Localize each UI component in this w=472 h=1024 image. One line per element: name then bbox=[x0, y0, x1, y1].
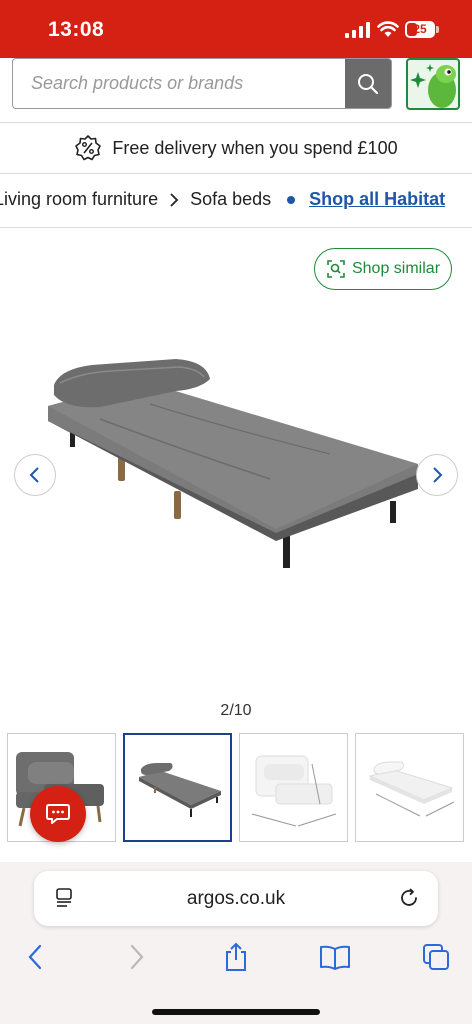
wifi-icon bbox=[377, 21, 399, 37]
tabs-icon bbox=[423, 944, 449, 970]
browser-chrome: argos.co.uk bbox=[0, 862, 472, 1024]
shop-similar-label: Shop similar bbox=[351, 260, 441, 277]
percent-badge-icon bbox=[75, 135, 102, 161]
thumbnail-3[interactable] bbox=[239, 733, 348, 842]
product-image[interactable] bbox=[0, 329, 472, 689]
forward-icon bbox=[130, 944, 144, 970]
chevron-right-icon bbox=[433, 467, 443, 483]
address-bar[interactable]: argos.co.uk bbox=[34, 871, 438, 926]
thumbnail-image bbox=[368, 761, 455, 817]
reload-icon[interactable] bbox=[398, 887, 420, 909]
shop-similar-button[interactable]: Shop similar bbox=[314, 248, 452, 290]
thumbnail-4[interactable] bbox=[355, 733, 464, 842]
breadcrumb-item-sofa-beds[interactable]: Sofa beds bbox=[190, 189, 271, 210]
forward-button[interactable] bbox=[120, 940, 154, 974]
browser-toolbar bbox=[0, 940, 472, 974]
bookmarks-icon bbox=[320, 945, 350, 970]
search-box: Search products or brands bbox=[12, 58, 392, 109]
battery-icon: 25 bbox=[405, 21, 439, 38]
search-row: Search products or brands bbox=[0, 58, 472, 122]
chevron-right-icon bbox=[170, 192, 179, 207]
search-button[interactable] bbox=[345, 59, 391, 108]
status-time: 13:08 bbox=[48, 18, 105, 41]
status-bar: 13:08 25 bbox=[0, 0, 472, 58]
shop-similar-icon bbox=[327, 260, 345, 278]
gallery-counter: 2/10 bbox=[220, 702, 252, 719]
promo-mascot-button[interactable] bbox=[406, 58, 460, 110]
thumbnail-2[interactable] bbox=[123, 733, 232, 842]
thumbnail-image bbox=[251, 755, 337, 827]
breadcrumb-dot bbox=[287, 195, 296, 204]
chat-icon bbox=[46, 804, 70, 824]
delivery-text: Free delivery when you spend £100 bbox=[112, 137, 398, 158]
back-icon bbox=[28, 944, 42, 970]
chevron-left-icon bbox=[29, 467, 39, 483]
mascot-icon bbox=[410, 64, 456, 108]
home-indicator bbox=[152, 1009, 320, 1015]
breadcrumb: Living room furniture Sofa beds Shop all… bbox=[0, 174, 472, 228]
gallery-next-button[interactable] bbox=[416, 454, 458, 496]
url-text: argos.co.uk bbox=[186, 888, 286, 909]
gallery-prev-button[interactable] bbox=[14, 454, 56, 496]
tabs-button[interactable] bbox=[419, 940, 453, 974]
product-gallery: Shop similar bbox=[0, 229, 472, 699]
thumbnail-image bbox=[139, 763, 221, 817]
signal-icon bbox=[345, 22, 370, 38]
battery-level: 25 bbox=[413, 22, 427, 36]
bookmarks-button[interactable] bbox=[318, 940, 352, 974]
back-button[interactable] bbox=[18, 940, 52, 974]
shop-all-habitat-link[interactable]: Shop all Habitat bbox=[309, 189, 445, 210]
chat-button[interactable] bbox=[30, 786, 86, 842]
search-icon bbox=[358, 73, 379, 94]
share-button[interactable] bbox=[219, 940, 253, 974]
share-icon bbox=[226, 942, 246, 971]
page: 13:08 25 Search products or brands Free … bbox=[0, 0, 472, 1024]
search-input[interactable]: Search products or brands bbox=[13, 59, 347, 108]
breadcrumb-item-living-room[interactable]: Living room furniture bbox=[0, 189, 158, 210]
delivery-banner[interactable]: Free delivery when you spend £100 bbox=[0, 122, 472, 174]
